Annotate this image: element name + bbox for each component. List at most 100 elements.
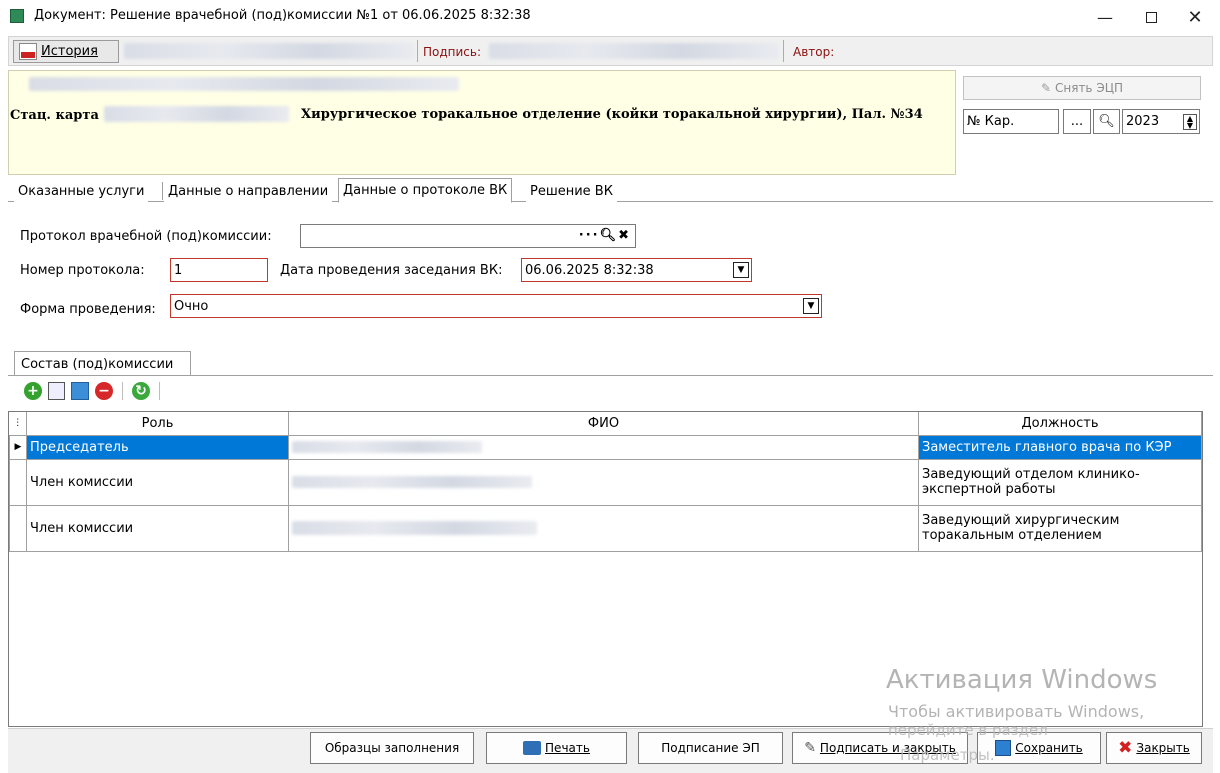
row-indicator <box>9 504 27 552</box>
samples-label: Образцы заполнения <box>324 741 460 755</box>
tab-protocol[interactable]: Данные о протоколе ВК <box>338 178 513 203</box>
redacted-patient-name <box>29 77 459 91</box>
tab-decision[interactable]: Решение ВК <box>526 180 617 202</box>
fio-cell[interactable] <box>288 504 919 552</box>
activation-watermark-title: Активация Windows <box>886 665 1158 695</box>
position-cell[interactable]: Заведующий хирургическим торакальным отд… <box>918 504 1202 552</box>
activation-watermark-text-3: Параметры. <box>900 746 995 764</box>
activation-watermark-text: Чтобы активировать Windows, <box>888 702 1145 721</box>
number-label: Номер протокола: <box>20 263 145 278</box>
redacted-fio <box>292 521 537 535</box>
search-icon[interactable]: 🔍︎ <box>600 228 619 243</box>
maximize-button[interactable] <box>1128 0 1174 34</box>
toolbar-separator <box>159 382 160 400</box>
subtab-divider <box>8 375 1213 376</box>
role-cell[interactable]: Председатель <box>26 434 289 460</box>
remove-ecp-button[interactable]: ✎ Снять ЭЦП <box>963 76 1201 100</box>
main-tabs: Оказанные услуги Данные о направлении Да… <box>8 176 1213 203</box>
add-icon[interactable]: + <box>24 382 42 400</box>
column-position[interactable]: Должность <box>918 412 1202 436</box>
chevron-down-icon[interactable]: ▼ <box>803 298 819 314</box>
column-fio[interactable]: ФИО <box>288 412 919 436</box>
chevron-down-icon[interactable]: ▼ <box>733 262 749 278</box>
printer-icon <box>523 741 542 755</box>
fio-cell[interactable] <box>288 458 919 506</box>
history-button[interactable]: История <box>13 40 119 63</box>
sign-ep-label: Подписание ЭП <box>661 741 760 755</box>
clear-icon[interactable]: ✖ <box>618 228 631 243</box>
samples-button[interactable]: Образцы заполнения <box>310 732 474 764</box>
card-number-value: № Кар. <box>967 114 1015 129</box>
form-label: Форма проведения: <box>20 302 156 317</box>
redacted-card-number <box>104 106 289 122</box>
toolbar-separator <box>122 382 123 400</box>
separator <box>417 40 418 62</box>
separator <box>783 40 784 62</box>
sign-ep-button[interactable]: Подписание ЭП <box>638 732 783 764</box>
signature-pen-icon: ✎ <box>1040 81 1051 95</box>
table-row[interactable]: Член комиссии Заведующий отделом клинико… <box>9 458 1202 506</box>
ellipsis-icon[interactable]: ··· <box>579 228 600 243</box>
table-row[interactable]: ▶ Председатель Заместитель главного врач… <box>9 434 1202 460</box>
window-title: Документ: Решение врачебной (под)комисси… <box>34 8 531 23</box>
title-bar: Документ: Решение врачебной (под)комисси… <box>0 0 1220 34</box>
browse-button[interactable]: ... <box>1063 109 1091 134</box>
browse-dots: ... <box>1070 114 1084 129</box>
tab-services[interactable]: Оказанные услуги <box>14 180 149 202</box>
year-value: 2023 <box>1126 114 1160 129</box>
tab-referral[interactable]: Данные о направлении <box>164 180 333 202</box>
row-selector-header[interactable]: ⋮ <box>9 412 27 436</box>
refresh-icon[interactable]: ↻ <box>132 382 150 400</box>
grid-toolbar: + − ↻ <box>24 382 163 400</box>
spinner-arrows-icon[interactable]: ▲ ▼ <box>1183 114 1197 130</box>
app-icon <box>10 9 24 23</box>
close-window-button[interactable]: ✕ <box>1172 0 1218 34</box>
close-label: Закрыть <box>1136 741 1190 755</box>
role-cell[interactable]: Член комиссии <box>26 504 289 552</box>
row-indicator-icon: ▶ <box>9 434 27 460</box>
card-number-field[interactable]: № Кар. <box>963 109 1059 134</box>
print-label: Печать <box>545 741 590 755</box>
remove-ecp-label: Снять ЭЦП <box>1055 81 1124 95</box>
position-cell[interactable]: Заместитель главного врача по КЭР <box>918 434 1202 460</box>
position-cell[interactable]: Заведующий отделом клинико-экспертной ра… <box>918 458 1202 506</box>
table-row[interactable]: Член комиссии Заведующий хирургическим т… <box>9 504 1202 552</box>
history-log-icon <box>19 43 37 60</box>
delete-icon[interactable]: − <box>95 382 113 400</box>
protocol-field[interactable]: ···🔍︎✖ <box>300 224 636 248</box>
protocol-number-input[interactable]: 1 <box>170 258 268 282</box>
role-cell[interactable]: Член комиссии <box>26 458 289 506</box>
meeting-date-value: 06.06.2025 8:32:38 <box>525 262 654 278</box>
meeting-date-picker[interactable]: 06.06.2025 8:32:38 ▼ <box>521 258 752 282</box>
date-label: Дата проведения заседания ВК: <box>280 263 503 278</box>
document-toolbar: История Подпись: Автор: <box>8 36 1213 66</box>
year-spinner[interactable]: 2023 ▲ ▼ <box>1122 109 1200 134</box>
fio-cell[interactable] <box>288 434 919 460</box>
print-button[interactable]: Печать <box>486 732 627 764</box>
redacted-fio <box>292 441 482 453</box>
minimize-button[interactable]: — <box>1082 0 1128 34</box>
members-table: ⋮ Роль ФИО Должность ▶ Председатель Заме… <box>9 412 1202 552</box>
search-icon: 🔍︎ <box>1098 114 1115 129</box>
tab-divider <box>162 182 163 200</box>
sign-icon: ✎ <box>804 740 816 756</box>
save-icon[interactable] <box>71 382 89 400</box>
redacted-field <box>124 43 414 59</box>
patient-info-panel: Стац. карта Хирургическое торакальное от… <box>8 70 956 175</box>
save-label: Сохранить <box>1015 741 1083 755</box>
column-role[interactable]: Роль <box>26 412 289 436</box>
form-value: Очно <box>174 298 209 314</box>
edit-icon[interactable] <box>48 382 65 400</box>
form-select[interactable]: Очно ▼ <box>170 294 822 318</box>
activation-watermark-text-2: перейдите в раздел <box>888 721 1048 739</box>
signature-label: Подпись: <box>423 45 482 59</box>
department-info: Хирургическое торакальное отделение (кой… <box>301 107 923 122</box>
row-indicator <box>9 458 27 506</box>
save-icon <box>995 740 1012 756</box>
search-button[interactable]: 🔍︎ <box>1093 109 1120 134</box>
tab-commission-members[interactable]: Состав (под)комиссии <box>14 351 191 376</box>
history-label: История <box>41 44 98 59</box>
close-x-icon: ✖ <box>1118 738 1133 758</box>
close-button[interactable]: ✖ Закрыть <box>1106 732 1202 764</box>
author-label: Автор: <box>793 45 835 59</box>
